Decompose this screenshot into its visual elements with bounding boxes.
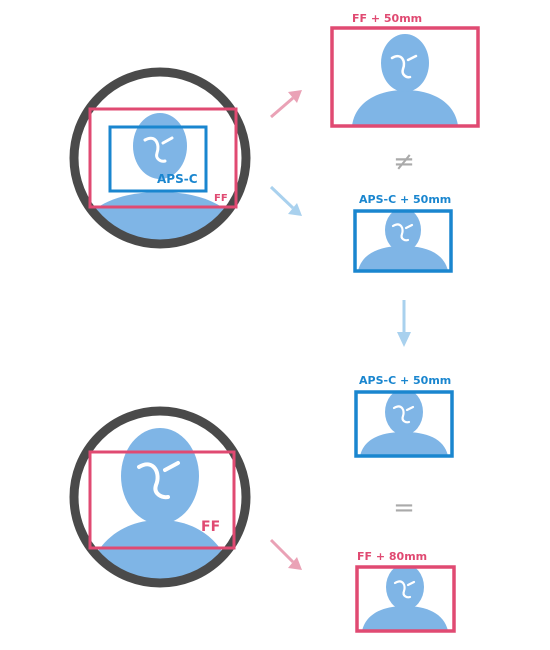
ff-50mm-label: FF + 50mm <box>352 12 422 25</box>
lens-view-bottom: FF <box>69 406 251 588</box>
arrow-to-ff-50mm <box>270 90 302 119</box>
not-equal-sign: ≠ <box>393 147 415 177</box>
arrow-down <box>397 300 411 347</box>
equal-sign: = <box>393 493 415 523</box>
arrow-to-ff-80mm <box>269 538 302 570</box>
arrow-to-apsc-50mm <box>269 185 302 216</box>
apsc-50mm-label-bottom: APS-C + 50mm <box>359 374 451 387</box>
apsc-50mm-label-top: APS-C + 50mm <box>359 193 451 206</box>
ff-80mm-label: FF + 80mm <box>357 550 427 563</box>
result-apsc-50mm-top: APS-C + 50mm <box>353 193 453 273</box>
crop-factor-diagram: APS-C FF FF + 50mm ≠ APS-C + 50mm APS-C … <box>69 12 480 633</box>
result-ff-80mm: FF + 80mm <box>355 550 456 633</box>
ff-sensor-label-bottom: FF <box>201 519 220 535</box>
ff-sensor-label-top: FF <box>214 193 228 204</box>
apsc-sensor-label: APS-C <box>157 172 198 186</box>
result-apsc-50mm-bottom: APS-C + 50mm <box>354 374 454 458</box>
lens-view-top: APS-C FF <box>69 67 251 249</box>
result-ff-50mm: FF + 50mm <box>330 12 480 128</box>
